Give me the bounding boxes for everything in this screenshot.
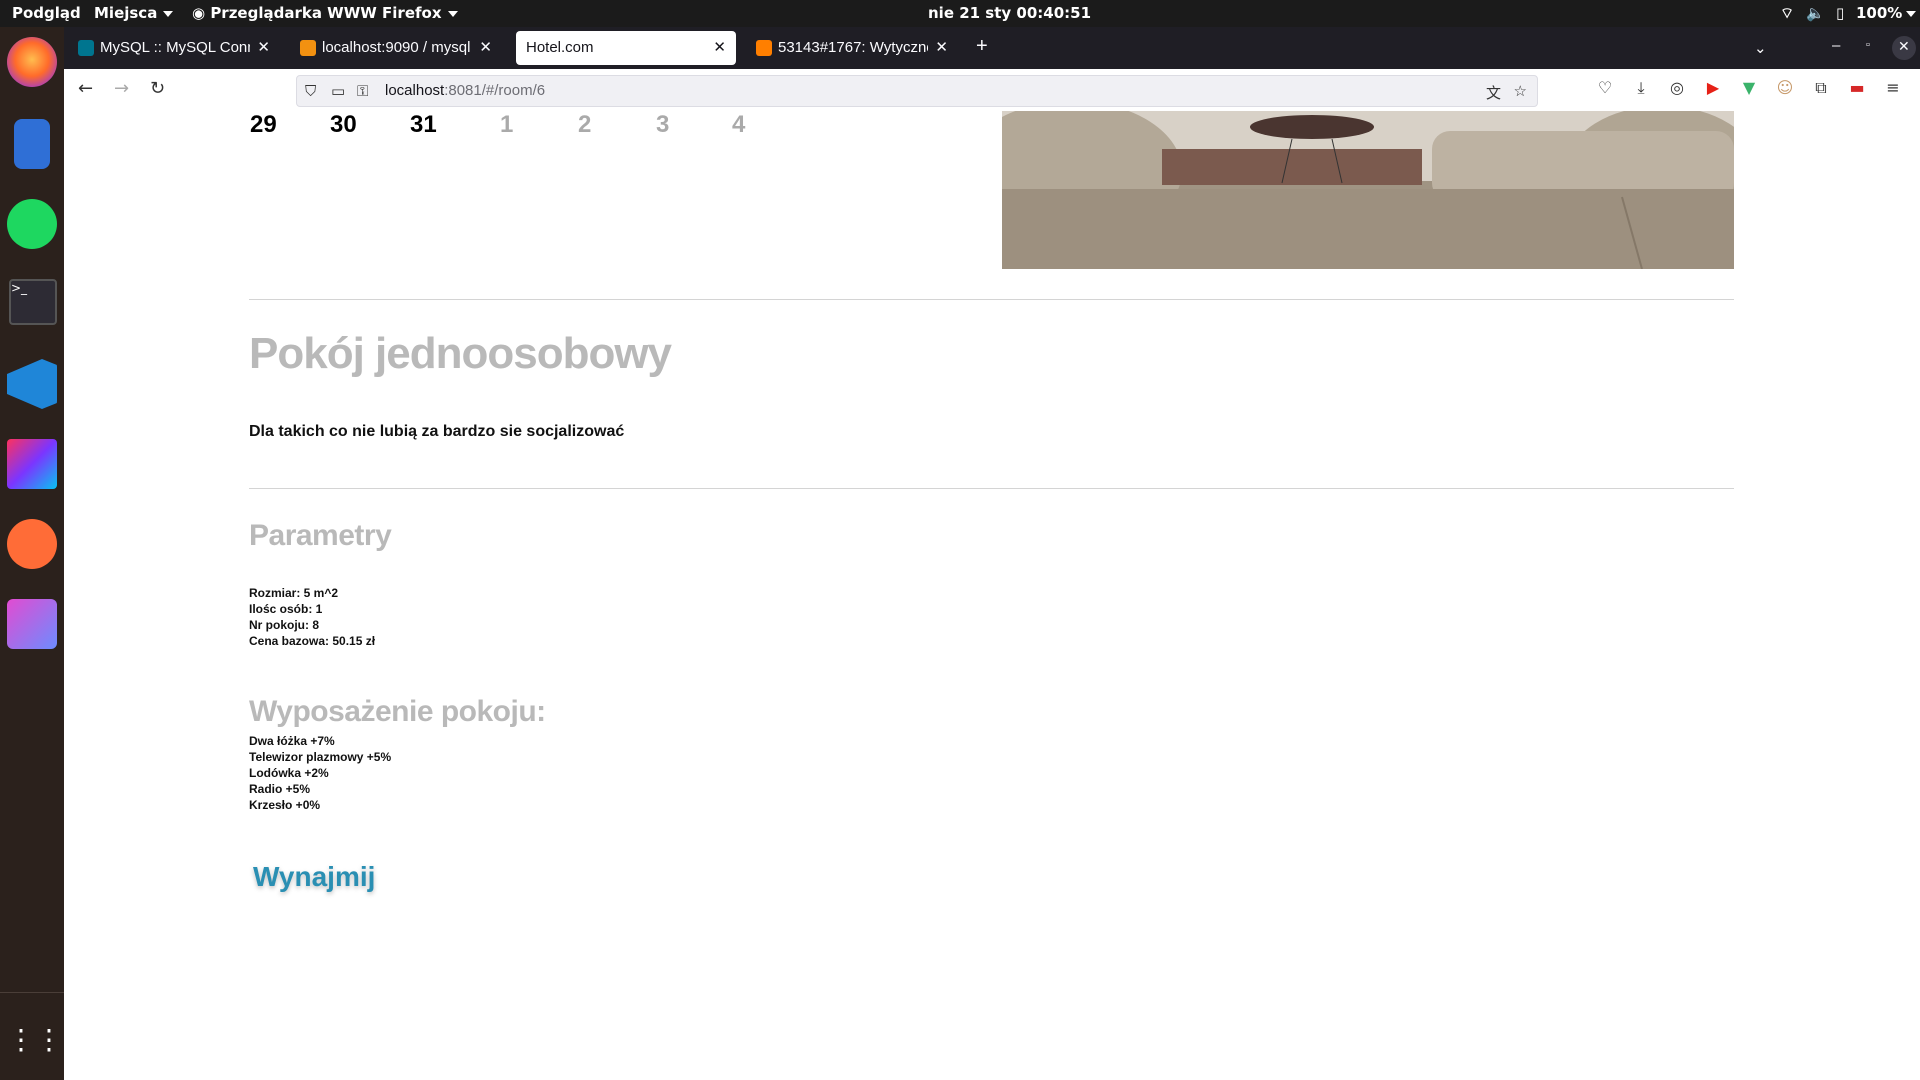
url-text[interactable]: localhost:8081/#/room/6	[385, 82, 545, 99]
account-icon[interactable]: ◎	[1666, 78, 1688, 100]
equipment-list: Dwa łóżka +7% Telewizor plazmowy +5% Lod…	[249, 733, 391, 813]
close-icon: ✕	[1898, 38, 1910, 54]
activities-button[interactable]: Podgląd	[12, 4, 81, 22]
pocket-icon[interactable]: ♡	[1594, 78, 1616, 100]
page-content: 29 30 31 1 2 3 4 Pokój jednoosobowy Dla …	[64, 111, 1920, 1080]
battery-icon[interactable]: ▯	[1836, 4, 1844, 22]
translate-icon[interactable]: 文	[1486, 82, 1501, 103]
maximize-icon: ▫	[1866, 39, 1870, 51]
calendar-day[interactable]: 3	[656, 111, 669, 139]
clock[interactable]: nie 21 sty 00:40:51	[928, 4, 1091, 22]
firefox-small-icon: ◉	[192, 4, 211, 22]
calendar-day[interactable]: 4	[732, 111, 745, 139]
minimize-button[interactable]: –	[1826, 31, 1850, 65]
new-tab-button[interactable]: +	[968, 31, 998, 65]
close-tab-icon[interactable]: ✕	[257, 38, 270, 56]
screenshot-icon[interactable]	[7, 599, 57, 649]
url-bar[interactable]: ⛉ ▭ ⚿ localhost:8081/#/room/6 文 ☆	[296, 75, 1538, 107]
dock-separator	[0, 992, 64, 993]
download-icon[interactable]: ⤓	[1630, 78, 1652, 100]
close-tab-icon[interactable]: ✕	[935, 38, 948, 56]
plus-icon: +	[976, 35, 988, 57]
mysql-favicon-icon	[78, 40, 94, 56]
param-size: Rozmiar: 5 m^2	[249, 586, 339, 600]
room-photo-illustration	[1002, 111, 1734, 269]
youtube-extension-icon[interactable]: ▶	[1702, 78, 1724, 100]
page-icon[interactable]: ▭	[331, 82, 345, 100]
chevron-down-icon: ⌄	[1754, 40, 1767, 57]
equipment-item: Lodówka +2%	[249, 766, 329, 780]
divider	[249, 299, 1734, 300]
equipment-item: Radio +5%	[249, 782, 311, 796]
equipment-heading: Wyposażenie pokoju:	[249, 695, 546, 728]
forward-icon[interactable]: →	[114, 78, 129, 99]
tab-hotel[interactable]: Hotel.com ✕	[516, 31, 736, 65]
firefox-icon[interactable]	[7, 37, 57, 87]
wifi-icon[interactable]: ⌔	[1780, 4, 1794, 23]
tracking-shield-icon[interactable]: ⛉	[305, 82, 316, 100]
dock: >_ ⋮⋮	[0, 27, 64, 1080]
calendar-day[interactable]: 2	[578, 111, 591, 139]
spotify-icon[interactable]	[7, 199, 57, 249]
equipment-item: Telewizor plazmowy +5%	[249, 750, 392, 764]
app-menu[interactable]: ◉ Przeglądarka WWW Firefox	[192, 4, 458, 22]
hamburger-menu-icon[interactable]: ≡	[1882, 78, 1904, 100]
grid-icon[interactable]: ⋮⋮	[7, 1017, 63, 1067]
params-heading: Parametry	[249, 519, 392, 552]
vscode-icon[interactable]	[7, 359, 57, 409]
room-title: Pokój jednoosobowy	[249, 329, 672, 378]
calendar-day[interactable]: 30	[330, 111, 357, 139]
back-icon[interactable]: ←	[78, 78, 93, 99]
system-top-bar: Podgląd Miejsca ◉ Przeglądarka WWW Firef…	[0, 0, 1920, 27]
places-menu[interactable]: Miejsca	[94, 4, 174, 22]
postman-icon[interactable]	[7, 519, 57, 569]
red-extension-icon[interactable]: ▬	[1846, 78, 1868, 100]
rent-button[interactable]: Wynajmij	[253, 861, 375, 893]
orange-favicon-icon	[756, 40, 772, 56]
extensions-icon[interactable]: ⧉	[1810, 78, 1832, 100]
chevron-down-icon	[163, 10, 174, 17]
key-icon[interactable]: ⚿	[357, 82, 368, 100]
close-window-button[interactable]: ✕	[1892, 36, 1916, 60]
equipment-item: Krzesło +0%	[249, 798, 321, 812]
param-base-price: Cena bazowa: 50.15 zł	[249, 634, 376, 648]
intellij-icon[interactable]	[7, 439, 57, 489]
param-room-number: Nr pokoju: 8	[249, 618, 320, 632]
volume-icon[interactable]: 🔈	[1806, 4, 1825, 22]
list-all-tabs-button[interactable]: ⌄	[1746, 31, 1776, 65]
vue-devtools-icon[interactable]: ▼	[1738, 78, 1760, 100]
system-menu-chevron-icon[interactable]	[1900, 4, 1916, 22]
navigation-toolbar: ← → ↻ ⛉ ▭ ⚿ localhost:8081/#/room/6 文 ☆ …	[64, 69, 1920, 112]
chevron-down-icon	[447, 10, 458, 17]
tab-mysql[interactable]: MySQL :: MySQL Connect ✕	[68, 31, 280, 65]
maximize-button[interactable]: ▫	[1860, 31, 1884, 65]
close-tab-icon[interactable]: ✕	[713, 38, 726, 56]
minimize-icon: –	[1832, 37, 1841, 54]
calendar-day[interactable]: 1	[500, 111, 513, 139]
files-icon[interactable]	[14, 119, 50, 169]
params-list: Rozmiar: 5 m^2 Ilośc osób: 1 Nr pokoju: …	[249, 585, 375, 649]
monkey-extension-icon[interactable]: ☺	[1774, 78, 1796, 100]
terminal-icon[interactable]: >_	[9, 279, 57, 325]
room-photo	[1002, 111, 1734, 269]
bookmark-star-icon[interactable]: ☆	[1514, 82, 1527, 100]
phpmyadmin-favicon-icon	[300, 40, 316, 56]
divider	[249, 488, 1734, 489]
tab-wytyczne[interactable]: 53143#1767: Wytyczne ✕	[746, 31, 958, 65]
room-description: Dla takich co nie lubią za bardzo sie so…	[249, 423, 625, 440]
reload-icon[interactable]: ↻	[150, 78, 165, 99]
close-tab-icon[interactable]: ✕	[479, 38, 492, 56]
calendar-day[interactable]: 29	[250, 111, 277, 139]
calendar-day[interactable]: 31	[410, 111, 437, 139]
tab-strip: MySQL :: MySQL Connect ✕ localhost:9090 …	[64, 27, 1920, 69]
tab-phpmyadmin[interactable]: localhost:9090 / mysql / h ✕	[290, 31, 502, 65]
battery-percent: 100%	[1856, 4, 1903, 22]
equipment-item: Dwa łóżka +7%	[249, 734, 335, 748]
param-persons: Ilośc osób: 1	[249, 602, 323, 616]
